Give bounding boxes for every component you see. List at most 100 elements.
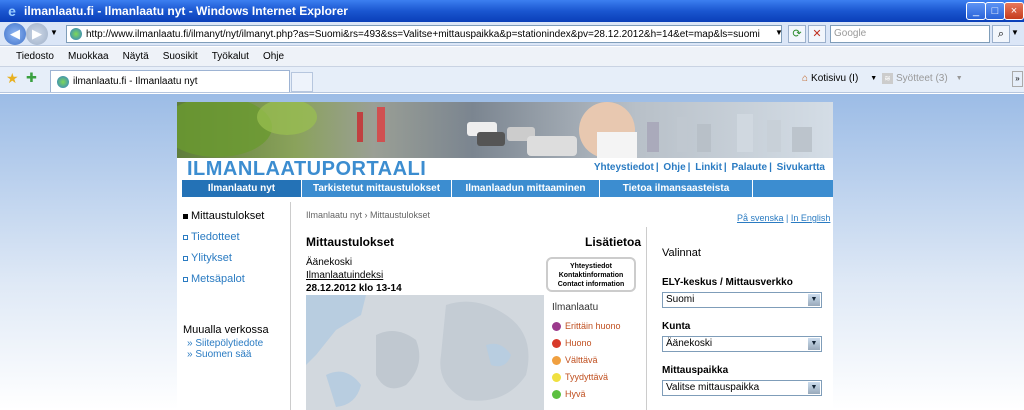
window-title: ilmanlaatu.fi - Ilmanlaatu nyt - Windows… xyxy=(24,4,348,18)
legend-label: Välttävä xyxy=(565,355,598,365)
site-page: ILMANLAATUPORTAALI Yhteystiedot | Ohje | L… xyxy=(177,102,833,410)
nav-tarkistetut[interactable]: Tarkistetut mittaustulokset xyxy=(302,180,452,197)
home-dropdown-icon[interactable]: ▼ xyxy=(870,75,877,82)
legend-dot-icon xyxy=(552,389,561,399)
legend-label: Tyydyttävä xyxy=(565,372,609,382)
link-swedish[interactable]: På svenska xyxy=(737,213,784,223)
refresh-icon[interactable]: ⟳ xyxy=(788,25,806,43)
sidebar-label: Tiedotteet xyxy=(191,231,240,243)
contact-info-button[interactable]: Yhteystiedot Kontaktinformation Contact … xyxy=(546,257,636,292)
menu-bar: Tiedosto Muokkaa Näytä Suosikit Työkalut… xyxy=(0,47,1024,67)
menu-favorites[interactable]: Suosikit xyxy=(163,51,198,62)
home-label: Kotisivu (I) xyxy=(811,73,859,84)
ely-select[interactable]: Suomi ▼ xyxy=(662,292,822,308)
mittauspaikka-value: Valitse mittauspaikka xyxy=(666,382,760,393)
bullet-icon xyxy=(183,234,188,240)
forward-icon[interactable]: ▶ xyxy=(26,23,48,45)
sidebar-item-tiedotteet[interactable]: Tiedotteet xyxy=(183,231,289,243)
sidebar: Mittaustulokset Tiedotteet Ylitykset Met… xyxy=(177,210,289,294)
page-title: Mittaustulokset xyxy=(306,235,395,249)
breadcrumb[interactable]: Ilmanlaatu nyt › Mittaustulokset xyxy=(306,210,646,220)
menu-file[interactable]: Tiedosto xyxy=(16,51,54,62)
bullet-icon xyxy=(183,213,188,219)
history-dropdown-icon[interactable]: ▼ xyxy=(50,28,58,37)
air-quality-legend: Ilmanlaatu Erittäin huono Huono Välttävä… xyxy=(552,302,621,406)
link-sitemap[interactable]: Sivukartta xyxy=(777,162,825,173)
nav-mittaaminen[interactable]: Ilmanlaadun mittaaminen xyxy=(452,180,600,197)
more-info-heading: Lisätietoa xyxy=(585,235,642,249)
page-viewport: ILMANLAATUPORTAALI Yhteystiedot | Ohje | L… xyxy=(0,94,1024,410)
browser-tab[interactable]: ilmanlaatu.fi - Ilmanlaatu nyt xyxy=(50,70,290,92)
sidebar-label: Metsäpalot xyxy=(191,273,245,285)
index-link[interactable]: Ilmanlaatuindeksi xyxy=(306,269,402,282)
feeds-label: Syötteet (3) xyxy=(896,73,948,84)
logo-bar: ILMANLAATUPORTAALI Yhteystiedot | Ohje | L… xyxy=(177,158,833,180)
contact-sv: Kontaktinformation xyxy=(558,272,624,279)
air-quality-map[interactable] xyxy=(306,295,544,410)
tab-label: ilmanlaatu.fi - Ilmanlaatu nyt xyxy=(73,76,198,87)
add-favorite-icon[interactable]: ✚ xyxy=(26,70,37,86)
link-label: Siitepölytiedote xyxy=(195,338,264,349)
nav-ilmansaasteet[interactable]: Tietoa ilmansaasteista xyxy=(600,180,753,197)
mittauspaikka-label: Mittauspaikka xyxy=(662,365,729,376)
bullet-icon xyxy=(183,255,188,261)
feeds-dropdown-icon[interactable]: ▼ xyxy=(956,75,963,82)
close-button[interactable]: × xyxy=(1004,2,1024,20)
home-button[interactable]: ⌂ Kotisivu (I) ▼ xyxy=(802,73,877,84)
link-siitepoly[interactable]: » Siitepölytiedote xyxy=(187,338,269,349)
legend-dot-icon xyxy=(552,338,561,348)
elsewhere-heading: Muualla verkossa xyxy=(183,324,269,336)
legend-label: Erittäin huono xyxy=(565,321,621,331)
page-globe-icon xyxy=(70,28,82,40)
breadcrumb-area: Ilmanlaatu nyt › Mittaustulokset xyxy=(306,210,646,220)
sidebar-item-mittaustulokset[interactable]: Mittaustulokset xyxy=(183,210,289,222)
window-titlebar: e ilmanlaatu.fi - Ilmanlaatu nyt - Windo… xyxy=(0,0,1024,22)
menu-edit[interactable]: Muokkaa xyxy=(68,51,109,62)
link-english[interactable]: In English xyxy=(791,213,831,223)
link-feedback[interactable]: Palaute xyxy=(731,162,767,173)
stop-icon[interactable]: ✕ xyxy=(808,25,826,43)
new-tab-button[interactable] xyxy=(291,72,313,92)
link-label: Suomen sää xyxy=(195,349,252,360)
minimize-button[interactable]: _ xyxy=(966,2,986,20)
nav-ilmanlaatu-nyt[interactable]: Ilmanlaatu nyt xyxy=(182,180,302,197)
elsewhere-section: Muualla verkossa » Siitepölytiedote » Su… xyxy=(183,324,269,360)
link-suomen-saa[interactable]: » Suomen sää xyxy=(187,349,269,360)
kunta-label: Kunta xyxy=(662,321,691,332)
date-time: 28.12.2012 klo 13-14 xyxy=(306,283,402,294)
favorites-star-icon[interactable]: ★ xyxy=(6,70,19,87)
menu-view[interactable]: Näytä xyxy=(123,51,149,62)
back-icon[interactable]: ◀ xyxy=(4,23,26,45)
link-help[interactable]: Ohje xyxy=(663,162,685,173)
sidebar-label: Ylitykset xyxy=(191,252,232,264)
mittauspaikka-select[interactable]: Valitse mittauspaikka ▼ xyxy=(662,380,822,396)
address-field[interactable]: http://www.ilmanlaatu.fi/ilmanyt/nyt/ilm… xyxy=(66,25,782,43)
address-dropdown-icon[interactable]: ▼ xyxy=(770,25,788,43)
chevron-more-icon[interactable]: » xyxy=(1012,71,1023,87)
maximize-button[interactable]: □ xyxy=(985,2,1005,20)
link-contact[interactable]: Yhteystiedot xyxy=(594,162,654,173)
search-options-icon[interactable]: ▼ xyxy=(1008,25,1022,43)
sidebar-label: Mittaustulokset xyxy=(191,210,265,222)
sidebar-item-ylitykset[interactable]: Ylitykset xyxy=(183,252,289,264)
site-logo[interactable]: ILMANLAATUPORTAALI xyxy=(187,158,426,181)
link-links[interactable]: Linkit xyxy=(695,162,722,173)
menu-tools[interactable]: Työkalut xyxy=(212,51,249,62)
url-text: http://www.ilmanlaatu.fi/ilmanyt/nyt/ilm… xyxy=(86,28,760,40)
legend-label: Hyvä xyxy=(565,389,586,399)
menu-help[interactable]: Ohje xyxy=(263,51,284,62)
kunta-select[interactable]: Äänekoski ▼ xyxy=(662,336,822,352)
legend-label: Huono xyxy=(565,338,592,348)
sidebar-item-metsapalot[interactable]: Metsäpalot xyxy=(183,273,289,285)
banner-illustration xyxy=(177,102,812,158)
ely-value: Suomi xyxy=(666,294,695,305)
search-input[interactable]: Google xyxy=(830,25,990,43)
legend-dot-icon xyxy=(552,355,561,365)
legend-dot-icon xyxy=(552,372,561,382)
legend-item: Tyydyttävä xyxy=(552,372,621,382)
feeds-button[interactable]: ≋ Syötteet (3) ▼ xyxy=(882,73,963,84)
home-icon: ⌂ xyxy=(802,73,809,84)
selection-panel: Valinnat ELY-keskus / Mittausverkko Suom… xyxy=(646,227,833,410)
address-toolbar: ◀ ▶ ▼ http://www.ilmanlaatu.fi/ilmanyt/n… xyxy=(0,22,1024,46)
